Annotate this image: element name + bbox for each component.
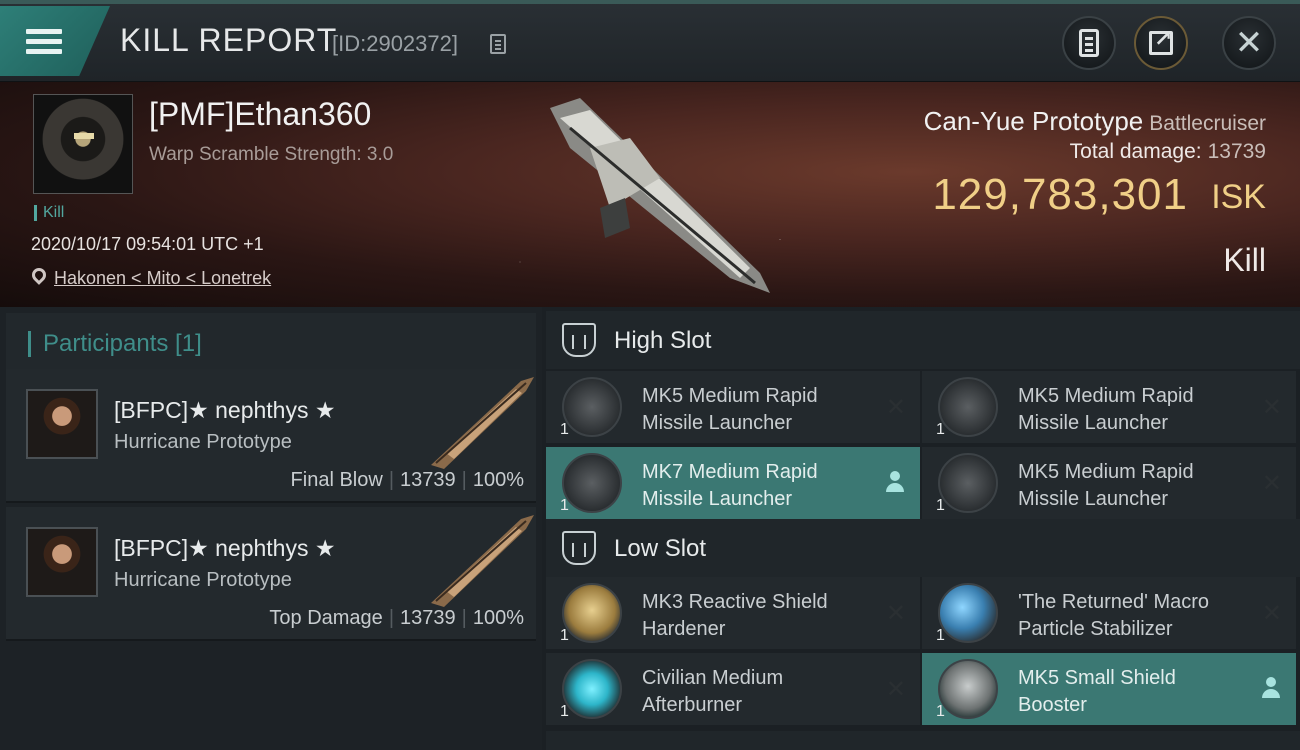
low-slot-icon (562, 531, 596, 565)
report-id: [ID:2902372] (332, 31, 458, 56)
low-slot-header: Low Slot (546, 519, 1300, 577)
isk-unit: ISK (1211, 178, 1266, 216)
title-accent-line (0, 0, 1300, 4)
participant-damage: 13739 (400, 469, 456, 491)
clipboard-button[interactable] (1062, 16, 1116, 70)
share-icon (1149, 26, 1173, 55)
high-slot-header: High Slot (546, 311, 1300, 369)
shield-booster-icon (938, 659, 998, 719)
share-button[interactable] (1134, 16, 1188, 70)
dropped-person-icon (886, 471, 904, 493)
module-slot[interactable]: 1 'The Returned' Macro Particle Stabilize… (922, 577, 1296, 649)
victim-name[interactable]: [PMF]Ethan360 (149, 96, 371, 133)
participant-ship: Hurricane Prototype (114, 431, 292, 453)
low-slot-title: Low Slot (614, 535, 707, 562)
missile-launcher-icon (938, 453, 998, 513)
module-quantity: 1 (936, 497, 945, 514)
destroyed-icon: ✕ (885, 600, 906, 627)
module-name: MK7 Medium Rapid Missile Launcher (642, 461, 818, 510)
module-slot[interactable]: 1 MK3 Reactive Shield Hardener ✕ (546, 577, 920, 649)
fitting-panel: High Slot 1 MK5 Medium Rapid Missile Laun… (542, 307, 1300, 750)
participant-role: Final Blow (290, 469, 383, 491)
participant-stats: Top Damage | 13739 | 100% (269, 607, 524, 629)
close-icon: ✕ (1234, 24, 1264, 62)
module-slot[interactable]: 1 MK5 Medium Rapid Missile Launcher ✕ (922, 371, 1296, 443)
module-quantity: 1 (560, 703, 569, 720)
participants-title: Participants [1] (28, 331, 202, 357)
particle-stabilizer-icon (938, 583, 998, 643)
participant-avatar (26, 389, 98, 459)
destroyed-icon: ✕ (885, 394, 906, 421)
module-slot[interactable]: 1 MK5 Medium Rapid Missile Launcher ✕ (922, 447, 1296, 519)
page-title: KILL REPORT (120, 22, 338, 58)
participant-avatar (26, 527, 98, 597)
participant-role: Top Damage (269, 607, 383, 629)
victim-avatar[interactable] (33, 94, 133, 194)
module-quantity: 1 (560, 421, 569, 438)
module-slot-dropped[interactable]: 1 MK5 Small Shield Booster (922, 653, 1296, 725)
destroyed-icon: ✕ (1261, 600, 1282, 627)
module-name: MK3 Reactive Shield Hardener (642, 591, 828, 640)
destroyed-icon: ✕ (1261, 394, 1282, 421)
shield-hardener-icon (562, 583, 622, 643)
module-quantity: 1 (560, 497, 569, 514)
participant-row[interactable]: [BFPC]★ nephthys ★ Hurricane Prototype T… (6, 507, 536, 641)
module-name: MK5 Medium Rapid Missile Launcher (1018, 385, 1194, 434)
module-quantity: 1 (936, 703, 945, 720)
total-damage: Total damage: 13739 (1069, 140, 1266, 163)
module-quantity: 1 (936, 627, 945, 644)
kill-timestamp: 2020/10/17 09:54:01 UTC +1 (31, 234, 264, 254)
hamburger-icon (26, 24, 62, 59)
afterburner-icon (562, 659, 622, 719)
participant-ship-image (431, 515, 534, 607)
participant-name: [BFPC]★ nephthys ★ (114, 535, 336, 561)
missile-launcher-icon (562, 377, 622, 437)
participant-damage: 13739 (400, 607, 456, 629)
participants-header: Participants [1] (6, 313, 536, 369)
close-button[interactable]: ✕ (1222, 16, 1276, 70)
missile-launcher-icon (562, 453, 622, 513)
participant-ship-image (431, 377, 534, 469)
victim-banner: [PMF]Ethan360 Warp Scramble Strength: 3.… (0, 82, 1300, 307)
mid-slot-header-partial (546, 731, 1300, 750)
module-name: MK5 Small Shield Booster (1018, 667, 1176, 716)
module-quantity: 1 (560, 627, 569, 644)
participant-percent: 100% (472, 469, 524, 491)
isk-value: 129,783,301 (932, 170, 1188, 219)
module-name: 'The Returned' Macro Particle Stabilizer (1018, 591, 1210, 640)
victim-ship-class: Battlecruiser (1149, 112, 1266, 135)
result-label: Kill (1223, 242, 1266, 278)
participants-panel: Participants [1] [BFPC]★ nephthys ★ Hurr… (0, 307, 542, 750)
participant-percent: 100% (472, 607, 524, 629)
victim-ship-name[interactable]: Can-Yue Prototype Battlecruiser (924, 106, 1266, 137)
warp-scramble-strength: Warp Scramble Strength: 3.0 (149, 144, 394, 165)
module-name: MK5 Medium Rapid Missile Launcher (642, 385, 818, 434)
victim-ship-image (550, 98, 770, 293)
high-slot-title: High Slot (614, 327, 712, 354)
dropped-person-icon (1262, 677, 1280, 699)
module-quantity: 1 (936, 421, 945, 438)
location-link[interactable]: Hakonen < Mito < Lonetrek (54, 268, 271, 289)
module-name: MK5 Medium Rapid Missile Launcher (1018, 461, 1194, 510)
destroyed-icon: ✕ (1261, 470, 1282, 497)
clipboard-icon (1079, 29, 1099, 57)
missile-launcher-icon (938, 377, 998, 437)
module-slot[interactable]: 1 Civilian Medium Afterburner ✕ (546, 653, 920, 725)
participant-name: [BFPC]★ nephthys ★ (114, 397, 336, 423)
module-slot[interactable]: 1 MK5 Medium Rapid Missile Launcher ✕ (546, 371, 920, 443)
participant-stats: Final Blow | 13739 | 100% (290, 469, 524, 491)
participant-ship: Hurricane Prototype (114, 569, 292, 591)
destroyed-icon: ✕ (885, 676, 906, 703)
module-name: Civilian Medium Afterburner (642, 667, 784, 716)
module-slot-dropped[interactable]: 1 MK7 Medium Rapid Missile Launcher (546, 447, 920, 519)
title-bar: KILL REPORT [ID:2902372] ✕ (0, 0, 1300, 82)
copy-id-icon[interactable] (490, 34, 506, 54)
kill-tag: Kill (34, 205, 64, 221)
participant-row[interactable]: [BFPC]★ nephthys ★ Hurricane Prototype F… (6, 369, 536, 503)
high-slot-icon (562, 323, 596, 357)
menu-button[interactable] (0, 6, 110, 76)
